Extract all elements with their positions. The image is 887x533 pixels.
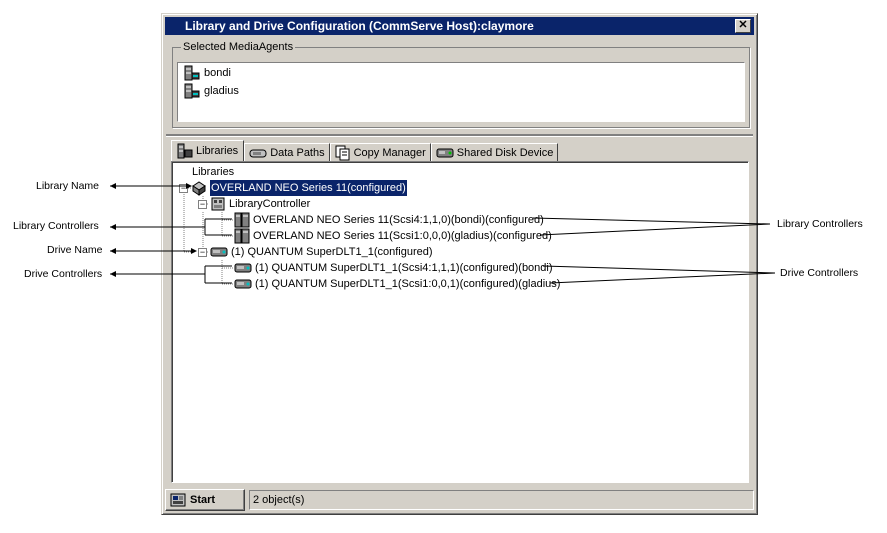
server-icon bbox=[184, 83, 200, 99]
annotation-library-name: Library Name bbox=[36, 180, 100, 192]
selected-media-agents-group: Selected MediaAgents bondi gladius bbox=[172, 41, 750, 128]
title-bar[interactable]: Library and Drive Configuration (CommSer… bbox=[165, 17, 754, 35]
close-button[interactable]: ✕ bbox=[735, 19, 751, 33]
start-button[interactable]: Start bbox=[165, 489, 245, 511]
media-agent-item[interactable]: gladius bbox=[184, 83, 239, 99]
controller-icon bbox=[211, 197, 225, 211]
tree-node-library[interactable]: − OVERLAND NEO Series 11(configured) bbox=[179, 180, 407, 196]
tree-root-label: Libraries bbox=[192, 166, 235, 178]
tape-drive-icon bbox=[234, 279, 252, 289]
tab-label: Copy Manager bbox=[353, 146, 426, 159]
annotation-library-controllers-right: Library Controllers bbox=[777, 218, 863, 230]
server-icon bbox=[184, 65, 200, 81]
group-label: Selected MediaAgents bbox=[181, 41, 296, 53]
media-agent-item[interactable]: bondi bbox=[184, 65, 231, 81]
tab-label: Shared Disk Device bbox=[456, 146, 554, 159]
tab-shared-disk-device[interactable]: Shared Disk Device bbox=[430, 143, 559, 161]
tab-label: Libraries bbox=[196, 145, 239, 157]
media-agent-list[interactable]: bondi gladius bbox=[177, 62, 745, 122]
tree-root[interactable]: Libraries bbox=[192, 164, 234, 180]
status-text: 2 object(s) bbox=[249, 490, 754, 510]
tape-drive-icon bbox=[210, 247, 228, 257]
tab-copy-manager[interactable]: Copy Manager bbox=[329, 143, 431, 161]
status-bar: Start 2 object(s) bbox=[165, 489, 754, 512]
tree-node-controller[interactable]: OVERLAND NEO Series 11(Scsi1:0,0,0)(glad… bbox=[234, 228, 552, 244]
annotation-drive-controllers-right: Drive Controllers bbox=[780, 267, 859, 279]
tree-node-drive-controller[interactable]: (1) QUANTUM SuperDLT1_1(Scsi1:0,0,1)(con… bbox=[234, 276, 560, 292]
controller-device-icon bbox=[234, 228, 250, 244]
collapse-icon[interactable]: − bbox=[198, 199, 207, 209]
copy-manager-icon bbox=[335, 145, 350, 160]
start-icon bbox=[170, 493, 186, 507]
splitter[interactable] bbox=[166, 134, 753, 137]
controller-group-label: LibraryController bbox=[229, 198, 311, 210]
tape-library-icon bbox=[192, 181, 206, 196]
controller-label: OVERLAND NEO Series 11(Scsi4:1,1,0)(bond… bbox=[253, 214, 544, 226]
annotation-drive-name: Drive Name bbox=[47, 244, 103, 256]
libraries-tree[interactable]: Libraries − OVERLAND NEO Series 11(confi… bbox=[171, 161, 749, 483]
collapse-icon[interactable]: − bbox=[198, 247, 207, 257]
drive-name-label: (1) QUANTUM SuperDLT1_1(configured) bbox=[231, 246, 433, 258]
controller-device-icon bbox=[234, 212, 250, 228]
media-agent-label: bondi bbox=[204, 67, 231, 79]
close-icon: ✕ bbox=[738, 19, 748, 31]
data-path-icon bbox=[249, 149, 267, 157]
tab-label: Data Paths bbox=[270, 146, 325, 159]
tab-libraries[interactable]: Libraries bbox=[171, 140, 245, 161]
tab-data-paths[interactable]: Data Paths bbox=[244, 143, 330, 161]
tree-node-drive[interactable]: − (1) QUANTUM SuperDLT1_1(configured) bbox=[198, 244, 433, 260]
media-agent-label: gladius bbox=[204, 85, 239, 97]
controller-label: OVERLAND NEO Series 11(Scsi1:0,0,0)(glad… bbox=[253, 230, 552, 242]
annotation-drive-controllers-left: Drive Controllers bbox=[24, 268, 103, 280]
drive-controller-label: (1) QUANTUM SuperDLT1_1(Scsi4:1,1,1)(con… bbox=[255, 262, 553, 274]
library-name-label: OVERLAND NEO Series 11(configured) bbox=[210, 180, 407, 196]
tab-strip: Libraries Data Paths Copy Manager Shared… bbox=[171, 140, 559, 161]
window-title: Library and Drive Configuration (CommSer… bbox=[185, 19, 534, 33]
disk-device-icon bbox=[436, 148, 454, 157]
tree-node-drive-controller[interactable]: (1) QUANTUM SuperDLT1_1(Scsi4:1,1,1)(con… bbox=[234, 260, 553, 276]
tape-drive-icon bbox=[234, 263, 252, 273]
start-label: Start bbox=[190, 494, 216, 506]
collapse-icon[interactable]: − bbox=[179, 183, 188, 193]
drive-controller-label: (1) QUANTUM SuperDLT1_1(Scsi1:0,0,1)(con… bbox=[255, 278, 561, 290]
tree-node-controller[interactable]: OVERLAND NEO Series 11(Scsi4:1,1,0)(bond… bbox=[234, 212, 544, 228]
tree-node-library-controller[interactable]: − LibraryController bbox=[198, 196, 310, 212]
library-icon bbox=[177, 143, 193, 159]
config-window: Library and Drive Configuration (CommSer… bbox=[161, 13, 758, 515]
annotation-library-controllers-left: Library Controllers bbox=[13, 220, 99, 232]
